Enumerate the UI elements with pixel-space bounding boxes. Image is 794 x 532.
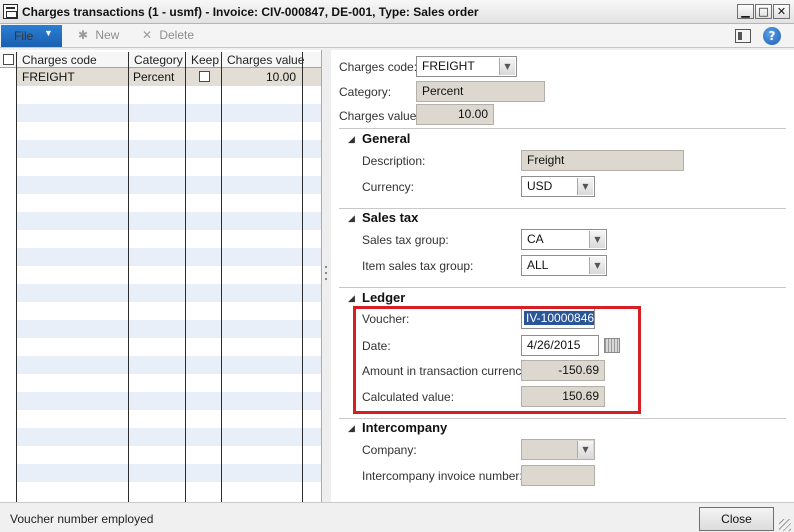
action-pane: File ▼ ✱ New ✕ Delete ? (0, 24, 794, 48)
chevron-down-icon: ▼ (44, 28, 53, 38)
status-message: Voucher number employed (10, 512, 154, 526)
collapse-triangle-icon[interactable]: ◢ (348, 135, 355, 145)
currency-value: USD (527, 179, 553, 193)
grid-stripe (17, 140, 321, 158)
grid-stripe (17, 176, 321, 194)
app-form-icon (3, 4, 18, 19)
column-divider (302, 52, 303, 502)
collapse-triangle-icon[interactable]: ◢ (348, 214, 355, 224)
category-label: Category: (339, 85, 392, 99)
cell-keep-checkbox[interactable] (199, 71, 210, 82)
chevron-down-icon[interactable]: ▼ (589, 231, 605, 248)
grid-stripe (17, 356, 321, 374)
chevron-down-icon[interactable]: ▼ (589, 257, 605, 274)
layout-icon[interactable] (735, 29, 751, 43)
chevron-down-icon[interactable]: ▼ (577, 178, 593, 195)
close-button[interactable]: Close (699, 507, 774, 531)
new-button[interactable]: ✱ New (78, 28, 119, 42)
company-label: Company: (362, 443, 417, 457)
file-menu-button[interactable]: File ▼ (1, 25, 62, 47)
grid-stripe (17, 464, 321, 482)
new-button-label: New (95, 28, 120, 42)
pane-splitter[interactable] (323, 50, 331, 502)
file-menu-label: File (14, 29, 34, 43)
column-divider (221, 52, 222, 502)
charges-code-label: Charges code: (339, 60, 418, 74)
grid-stripe (17, 284, 321, 302)
window-title: Charges transactions (1 - usmf) - Invoic… (22, 5, 479, 19)
cell-category[interactable]: Percent (133, 69, 174, 85)
sales-tax-group-value: CA (527, 232, 544, 246)
column-divider (128, 52, 129, 502)
section-intercompany-title[interactable]: Intercompany (362, 420, 447, 435)
cell-charges-code[interactable]: FREIGHT (22, 69, 75, 85)
detail-pane: Charges code: FREIGHT ▼ Category: Percen… (331, 50, 794, 502)
maximize-button[interactable]: □ (755, 4, 772, 19)
description-label: Description: (362, 154, 426, 168)
intercompany-invoice-number-label: Intercompany invoice number: (362, 469, 523, 483)
intercompany-invoice-number-field[interactable] (521, 465, 595, 486)
grid-stripe (17, 320, 321, 338)
resize-grip-icon[interactable] (779, 519, 791, 531)
column-header-category[interactable]: Category (129, 52, 183, 68)
cell-charges-value[interactable]: 10.00 (222, 69, 296, 85)
grid-header: Charges code Category Keep Charges value (0, 52, 321, 68)
new-star-icon: ✱ (78, 28, 89, 42)
close-window-button[interactable]: ✕ (773, 4, 790, 19)
company-dropdown[interactable]: ▼ (521, 439, 595, 460)
chevron-down-icon[interactable]: ▼ (499, 58, 515, 75)
select-all-checkbox[interactable] (3, 54, 14, 65)
category-field[interactable]: Percent (416, 81, 545, 102)
chevron-down-icon[interactable]: ▼ (577, 441, 593, 458)
title-bar: Charges transactions (1 - usmf) - Invoic… (0, 0, 794, 24)
item-sales-tax-group-dropdown[interactable]: ALL ▼ (521, 255, 607, 276)
grid-stripe (17, 392, 321, 410)
sales-tax-group-dropdown[interactable]: CA ▼ (521, 229, 607, 250)
grid-stripe (17, 428, 321, 446)
collapse-triangle-icon[interactable]: ◢ (348, 424, 355, 434)
section-divider (339, 418, 786, 419)
splitter-grip (325, 266, 327, 268)
section-ledger-title[interactable]: Ledger (362, 290, 405, 305)
minimize-button[interactable]: ▁ (737, 4, 754, 19)
delete-button[interactable]: ✕ Delete (142, 28, 194, 42)
section-divider (339, 208, 786, 209)
grid-stripe (17, 212, 321, 230)
column-header-charges-value[interactable]: Charges value (222, 52, 304, 68)
charges-code-value: FREIGHT (422, 59, 475, 73)
grid-stripe (17, 104, 321, 122)
delete-button-label: Delete (159, 28, 195, 42)
section-sales-tax-title[interactable]: Sales tax (362, 210, 418, 225)
status-bar: Voucher number employed Close (0, 502, 794, 532)
section-divider (339, 287, 786, 288)
charges-value-field[interactable]: 10.00 (416, 104, 494, 125)
description-field[interactable]: Freight (521, 150, 684, 171)
column-header-charges-code[interactable]: Charges code (17, 52, 97, 68)
charges-code-dropdown[interactable]: FREIGHT ▼ (416, 56, 517, 77)
item-sales-tax-group-value: ALL (527, 258, 549, 272)
column-divider (16, 52, 17, 502)
help-icon[interactable]: ? (763, 27, 781, 45)
column-header-keep[interactable]: Keep (186, 52, 219, 68)
splitter-grip (325, 272, 327, 274)
delete-x-icon: ✕ (142, 28, 153, 42)
currency-dropdown[interactable]: USD ▼ (521, 176, 595, 197)
column-divider (185, 52, 186, 502)
section-general-title[interactable]: General (362, 131, 410, 146)
collapse-triangle-icon[interactable]: ◢ (348, 294, 355, 304)
sales-tax-group-label: Sales tax group: (362, 233, 449, 247)
currency-label: Currency: (362, 180, 415, 194)
charges-value-label: Charges value: (339, 109, 420, 123)
item-sales-tax-group-label: Item sales tax group: (362, 259, 474, 273)
grid-stripe (17, 248, 321, 266)
section-divider (339, 128, 786, 129)
ledger-highlight-box (353, 306, 641, 414)
splitter-grip (325, 278, 327, 280)
charges-grid: Charges code Category Keep Charges value… (0, 50, 322, 502)
